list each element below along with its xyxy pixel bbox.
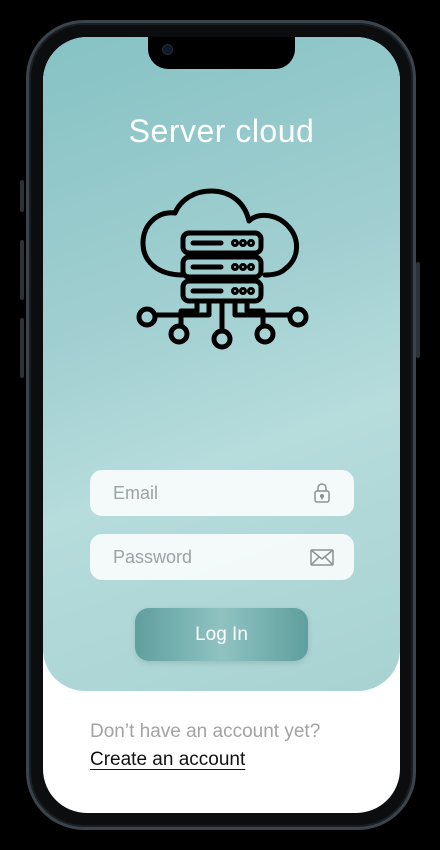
screen: Server cloud Email Log In Don’t have an … bbox=[43, 37, 400, 813]
create-account-link[interactable]: Create an account bbox=[90, 749, 245, 771]
cloud-server-icon bbox=[136, 188, 309, 350]
email-input[interactable] bbox=[111, 481, 305, 505]
front-camera-icon bbox=[162, 44, 173, 55]
volume-down-button bbox=[20, 318, 24, 378]
app-title: Server cloud bbox=[128, 113, 315, 149]
notch bbox=[148, 37, 295, 69]
password-input[interactable] bbox=[111, 545, 305, 569]
login-button[interactable]: Log In bbox=[135, 608, 308, 661]
hero-panel: Server cloud Email Log In bbox=[43, 37, 400, 691]
volume-up-button bbox=[20, 240, 24, 300]
envelope-icon bbox=[310, 549, 334, 566]
lock-icon bbox=[314, 483, 330, 503]
signup-prompt: Don’t have an account yet? bbox=[90, 721, 321, 742]
silent-switch bbox=[20, 180, 24, 212]
password-field[interactable] bbox=[90, 534, 354, 580]
power-button bbox=[416, 262, 420, 358]
email-field[interactable] bbox=[90, 470, 354, 516]
